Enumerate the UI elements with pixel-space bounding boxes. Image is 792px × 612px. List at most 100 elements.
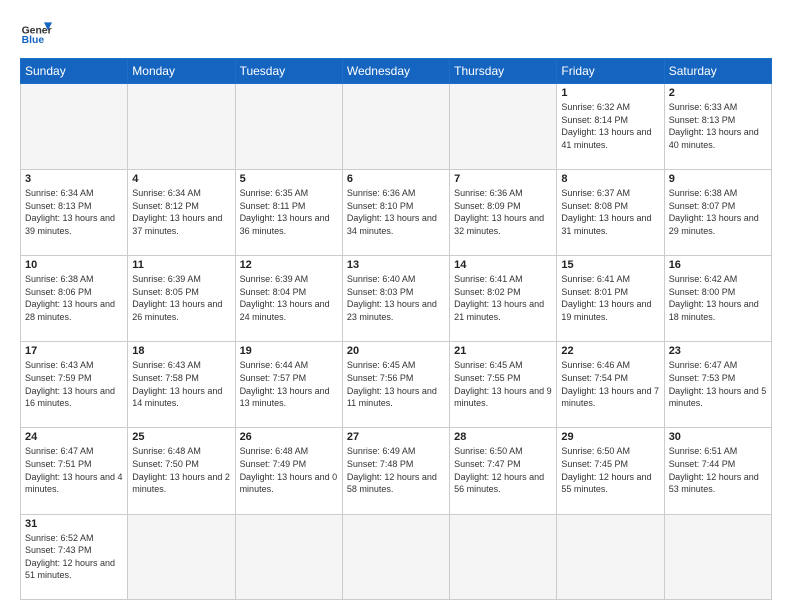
day-info: Sunrise: 6:40 AM Sunset: 8:03 PM Dayligh… — [347, 273, 445, 323]
calendar-cell: 31Sunrise: 6:52 AM Sunset: 7:43 PM Dayli… — [21, 514, 128, 599]
calendar-cell — [450, 514, 557, 599]
weekday-header-row: SundayMondayTuesdayWednesdayThursdayFrid… — [21, 59, 772, 84]
day-number: 30 — [669, 431, 767, 443]
calendar-cell: 7 Sunrise: 6:36 AM Sunset: 8:09 PM Daylig… — [450, 170, 557, 256]
weekday-header: Wednesday — [342, 59, 449, 84]
calendar-week-row: 10 Sunrise: 6:38 AM Sunset: 8:06 PM Dayli… — [21, 256, 772, 342]
weekday-header: Monday — [128, 59, 235, 84]
day-info: Sunrise: 6:44 AM Sunset: 7:57 PM Dayligh… — [240, 359, 338, 409]
day-number: 3 — [25, 173, 123, 185]
day-number: 22 — [561, 345, 659, 357]
calendar-cell — [450, 84, 557, 170]
day-info: Sunrise: 6:41 AM Sunset: 8:02 PM Dayligh… — [454, 273, 552, 323]
logo: General Blue — [20, 16, 52, 48]
day-info: Sunrise: 6:35 AM Sunset: 8:11 PM Dayligh… — [240, 187, 338, 237]
day-info: Sunrise: 6:34 AM Sunset: 8:13 PM Dayligh… — [25, 187, 123, 237]
calendar-cell — [664, 514, 771, 599]
calendar-cell — [557, 514, 664, 599]
day-info: Sunrise: 6:46 AM Sunset: 7:54 PM Dayligh… — [561, 359, 659, 409]
logo-icon: General Blue — [20, 16, 52, 48]
day-number: 15 — [561, 259, 659, 271]
day-number: 24 — [25, 431, 123, 443]
calendar-cell — [342, 84, 449, 170]
calendar-cell: 21Sunrise: 6:45 AM Sunset: 7:55 PM Dayli… — [450, 342, 557, 428]
calendar-cell: 19Sunrise: 6:44 AM Sunset: 7:57 PM Dayli… — [235, 342, 342, 428]
day-info: Sunrise: 6:36 AM Sunset: 8:10 PM Dayligh… — [347, 187, 445, 237]
calendar-cell: 13 Sunrise: 6:40 AM Sunset: 8:03 PM Dayli… — [342, 256, 449, 342]
calendar-cell: 29Sunrise: 6:50 AM Sunset: 7:45 PM Dayli… — [557, 428, 664, 514]
day-number: 18 — [132, 345, 230, 357]
weekday-header: Saturday — [664, 59, 771, 84]
svg-text:Blue: Blue — [22, 35, 45, 46]
day-number: 28 — [454, 431, 552, 443]
calendar-week-row: 17 Sunrise: 6:43 AM Sunset: 7:59 PM Dayli… — [21, 342, 772, 428]
day-number: 2 — [669, 87, 767, 99]
calendar-cell: 28 Sunrise: 6:50 AM Sunset: 7:47 PM Dayli… — [450, 428, 557, 514]
day-number: 20 — [347, 345, 445, 357]
calendar-week-row: 31Sunrise: 6:52 AM Sunset: 7:43 PM Dayli… — [21, 514, 772, 599]
calendar-cell: 6 Sunrise: 6:36 AM Sunset: 8:10 PM Daylig… — [342, 170, 449, 256]
calendar-week-row: 3 Sunrise: 6:34 AM Sunset: 8:13 PM Daylig… — [21, 170, 772, 256]
calendar-cell: 23 Sunrise: 6:47 AM Sunset: 7:53 PM Dayli… — [664, 342, 771, 428]
calendar-cell: 1 Sunrise: 6:32 AM Sunset: 8:14 PM Daylig… — [557, 84, 664, 170]
header: General Blue — [20, 16, 772, 48]
day-info: Sunrise: 6:42 AM Sunset: 8:00 PM Dayligh… — [669, 273, 767, 323]
calendar-cell — [128, 84, 235, 170]
calendar-week-row: 1 Sunrise: 6:32 AM Sunset: 8:14 PM Daylig… — [21, 84, 772, 170]
calendar-cell — [342, 514, 449, 599]
calendar-cell: 16 Sunrise: 6:42 AM Sunset: 8:00 PM Dayli… — [664, 256, 771, 342]
day-number: 1 — [561, 87, 659, 99]
day-info: Sunrise: 6:43 AM Sunset: 7:59 PM Dayligh… — [25, 359, 123, 409]
day-number: 6 — [347, 173, 445, 185]
calendar-cell: 25 Sunrise: 6:48 AM Sunset: 7:50 PM Dayli… — [128, 428, 235, 514]
day-info: Sunrise: 6:45 AM Sunset: 7:56 PM Dayligh… — [347, 359, 445, 409]
day-number: 5 — [240, 173, 338, 185]
day-number: 23 — [669, 345, 767, 357]
day-number: 25 — [132, 431, 230, 443]
day-info: Sunrise: 6:32 AM Sunset: 8:14 PM Dayligh… — [561, 101, 659, 151]
day-info: Sunrise: 6:51 AM Sunset: 7:44 PM Dayligh… — [669, 445, 767, 495]
calendar-cell: 3 Sunrise: 6:34 AM Sunset: 8:13 PM Daylig… — [21, 170, 128, 256]
day-number: 10 — [25, 259, 123, 271]
calendar-cell: 9Sunrise: 6:38 AM Sunset: 8:07 PM Daylig… — [664, 170, 771, 256]
calendar-cell — [235, 84, 342, 170]
day-number: 4 — [132, 173, 230, 185]
weekday-header: Tuesday — [235, 59, 342, 84]
day-number: 12 — [240, 259, 338, 271]
day-info: Sunrise: 6:37 AM Sunset: 8:08 PM Dayligh… — [561, 187, 659, 237]
day-number: 8 — [561, 173, 659, 185]
day-number: 7 — [454, 173, 552, 185]
day-info: Sunrise: 6:33 AM Sunset: 8:13 PM Dayligh… — [669, 101, 767, 151]
calendar-cell: 15Sunrise: 6:41 AM Sunset: 8:01 PM Dayli… — [557, 256, 664, 342]
day-info: Sunrise: 6:48 AM Sunset: 7:49 PM Dayligh… — [240, 445, 338, 495]
calendar-cell: 26 Sunrise: 6:48 AM Sunset: 7:49 PM Dayli… — [235, 428, 342, 514]
day-info: Sunrise: 6:36 AM Sunset: 8:09 PM Dayligh… — [454, 187, 552, 237]
calendar-cell: 11Sunrise: 6:39 AM Sunset: 8:05 PM Dayli… — [128, 256, 235, 342]
day-number: 13 — [347, 259, 445, 271]
calendar-cell: 20 Sunrise: 6:45 AM Sunset: 7:56 PM Dayli… — [342, 342, 449, 428]
calendar-cell — [235, 514, 342, 599]
day-info: Sunrise: 6:38 AM Sunset: 8:06 PM Dayligh… — [25, 273, 123, 323]
calendar-cell: 17 Sunrise: 6:43 AM Sunset: 7:59 PM Dayli… — [21, 342, 128, 428]
calendar-cell: 12Sunrise: 6:39 AM Sunset: 8:04 PM Dayli… — [235, 256, 342, 342]
calendar-cell: 10 Sunrise: 6:38 AM Sunset: 8:06 PM Dayli… — [21, 256, 128, 342]
weekday-header: Friday — [557, 59, 664, 84]
day-number: 9 — [669, 173, 767, 185]
weekday-header: Sunday — [21, 59, 128, 84]
day-info: Sunrise: 6:48 AM Sunset: 7:50 PM Dayligh… — [132, 445, 230, 495]
calendar-week-row: 24Sunrise: 6:47 AM Sunset: 7:51 PM Dayli… — [21, 428, 772, 514]
day-info: Sunrise: 6:34 AM Sunset: 8:12 PM Dayligh… — [132, 187, 230, 237]
calendar-cell: 2 Sunrise: 6:33 AM Sunset: 8:13 PM Daylig… — [664, 84, 771, 170]
day-info: Sunrise: 6:50 AM Sunset: 7:47 PM Dayligh… — [454, 445, 552, 495]
day-info: Sunrise: 6:52 AM Sunset: 7:43 PM Dayligh… — [25, 532, 123, 582]
day-number: 16 — [669, 259, 767, 271]
calendar-cell: 22 Sunrise: 6:46 AM Sunset: 7:54 PM Dayli… — [557, 342, 664, 428]
day-number: 26 — [240, 431, 338, 443]
calendar-cell: 8 Sunrise: 6:37 AM Sunset: 8:08 PM Daylig… — [557, 170, 664, 256]
day-number: 17 — [25, 345, 123, 357]
day-info: Sunrise: 6:49 AM Sunset: 7:48 PM Dayligh… — [347, 445, 445, 495]
calendar-cell: 27Sunrise: 6:49 AM Sunset: 7:48 PM Dayli… — [342, 428, 449, 514]
day-info: Sunrise: 6:39 AM Sunset: 8:05 PM Dayligh… — [132, 273, 230, 323]
day-info: Sunrise: 6:47 AM Sunset: 7:53 PM Dayligh… — [669, 359, 767, 409]
calendar-table: SundayMondayTuesdayWednesdayThursdayFrid… — [20, 58, 772, 600]
